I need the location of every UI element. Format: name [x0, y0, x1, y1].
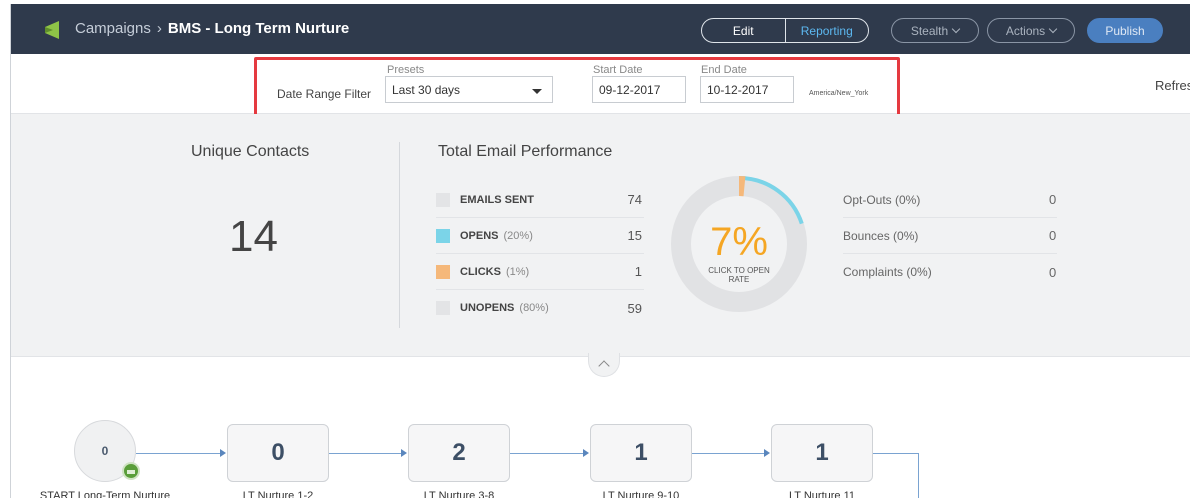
- side-metric-value: 0: [1049, 228, 1057, 243]
- complaints-row: Complaints (0%) 0: [843, 254, 1057, 290]
- date-filter-bar: Date Range Filter Presets Last 30 days S…: [11, 54, 1190, 126]
- edit-button[interactable]: Edit: [702, 19, 785, 42]
- flow-node[interactable]: 0: [227, 424, 329, 482]
- flow-node-label: LT Nurture 9-10: [602, 490, 680, 498]
- metric-swatch: [436, 301, 450, 315]
- click-to-open-rate-value: 7%: [710, 220, 768, 264]
- metric-label: UNOPENS: [460, 302, 515, 314]
- app-frame: Campaigns › BMS - Long Term Nurture Edit…: [10, 4, 1190, 498]
- arrow-icon: [583, 449, 589, 457]
- side-metric-value: 0: [1049, 192, 1057, 207]
- metric-swatch: [436, 192, 450, 207]
- bounces-row: Bounces (0%) 0: [843, 218, 1057, 254]
- divider: [399, 142, 400, 328]
- flow-connector: [873, 453, 919, 454]
- metric-row-opens: OPENS (20%) 15: [436, 218, 644, 254]
- metric-row-unopens: UNOPENS (80%) 59: [436, 290, 644, 326]
- flow-node[interactable]: 1: [590, 424, 692, 482]
- metric-label: OPENS: [460, 229, 499, 242]
- flow-connector: [329, 453, 402, 454]
- stealth-label: Stealth: [910, 23, 949, 38]
- metric-value: 59: [627, 300, 642, 316]
- metric-value: 1: [634, 264, 642, 279]
- metric-row-emails-sent: EMAILS SENT 74: [436, 182, 644, 218]
- publish-button[interactable]: Publish: [1087, 18, 1163, 43]
- flow-node-label: LT Nurture 3-8: [423, 490, 495, 498]
- unique-contacts-value: 14: [229, 212, 278, 261]
- flow-node[interactable]: 2: [408, 424, 510, 482]
- side-metric-label: Opt-Outs (0%): [843, 192, 921, 207]
- metric-percent: (80%): [519, 302, 549, 314]
- metric-percent: (1%): [505, 265, 530, 278]
- total-email-performance-title: Total Email Performance: [438, 143, 613, 160]
- breadcrumb-campaigns-link[interactable]: Campaigns: [75, 20, 151, 37]
- stats-panel: Unique Contacts 14 Total Email Performan…: [11, 114, 1190, 357]
- view-mode-toggle: Edit Reporting: [701, 18, 869, 43]
- campaign-title: BMS - Long Term Nurture: [167, 20, 350, 37]
- metric-value: 74: [627, 192, 642, 207]
- metric-percent: (20%): [503, 229, 533, 242]
- flow-connector: [510, 453, 584, 454]
- side-metric-value: 0: [1049, 264, 1057, 280]
- refresh-link[interactable]: Refresh: [1155, 78, 1190, 93]
- flow-connector: [692, 453, 765, 454]
- top-bar: Campaigns › BMS - Long Term Nurture Edit…: [11, 4, 1190, 54]
- reporting-button[interactable]: Reporting: [784, 19, 869, 42]
- campaign-flow: 0 START Long-Term Nurture 0 LT Nurture 1…: [11, 358, 1190, 498]
- start-node-label: START Long-Term Nurture: [39, 490, 171, 498]
- metric-value: 15: [627, 228, 642, 243]
- metric-row-clicks: CLICKS (1%) 1: [436, 254, 644, 290]
- chevron-down-icon: [1048, 24, 1058, 33]
- metric-swatch: [436, 264, 450, 279]
- unique-contacts-title: Unique Contacts: [191, 143, 310, 160]
- opt-outs-row: Opt-Outs (0%) 0: [843, 182, 1057, 218]
- arrow-icon: [220, 449, 226, 457]
- breadcrumb-separator: ›: [156, 20, 162, 37]
- side-metric-label: Complaints (0%): [843, 265, 932, 279]
- metric-label: EMAILS SENT: [460, 193, 534, 206]
- flow-connector: [136, 453, 221, 454]
- chevron-down-icon: [951, 24, 961, 33]
- metric-label: CLICKS: [460, 265, 501, 278]
- flow-node-label: LT Nurture 11: [788, 490, 856, 498]
- click-to-open-rate-label: CLICK TO OPEN RATE: [708, 266, 770, 285]
- side-metric-label: Bounces (0%): [843, 228, 919, 243]
- start-badge-icon: [122, 462, 140, 480]
- metric-swatch: [436, 228, 450, 243]
- flow-node-label: LT Nurture 1-2: [242, 490, 314, 498]
- actions-dropdown[interactable]: Actions: [987, 18, 1075, 43]
- breadcrumb: Campaigns › BMS - Long Term Nurture: [47, 20, 349, 37]
- arrow-icon: [401, 449, 407, 457]
- flow-node[interactable]: 1: [771, 424, 873, 482]
- flow-connector-vertical: [918, 453, 919, 498]
- arrow-icon: [764, 449, 770, 457]
- actions-label: Actions: [1005, 23, 1046, 38]
- stealth-dropdown[interactable]: Stealth: [891, 18, 979, 43]
